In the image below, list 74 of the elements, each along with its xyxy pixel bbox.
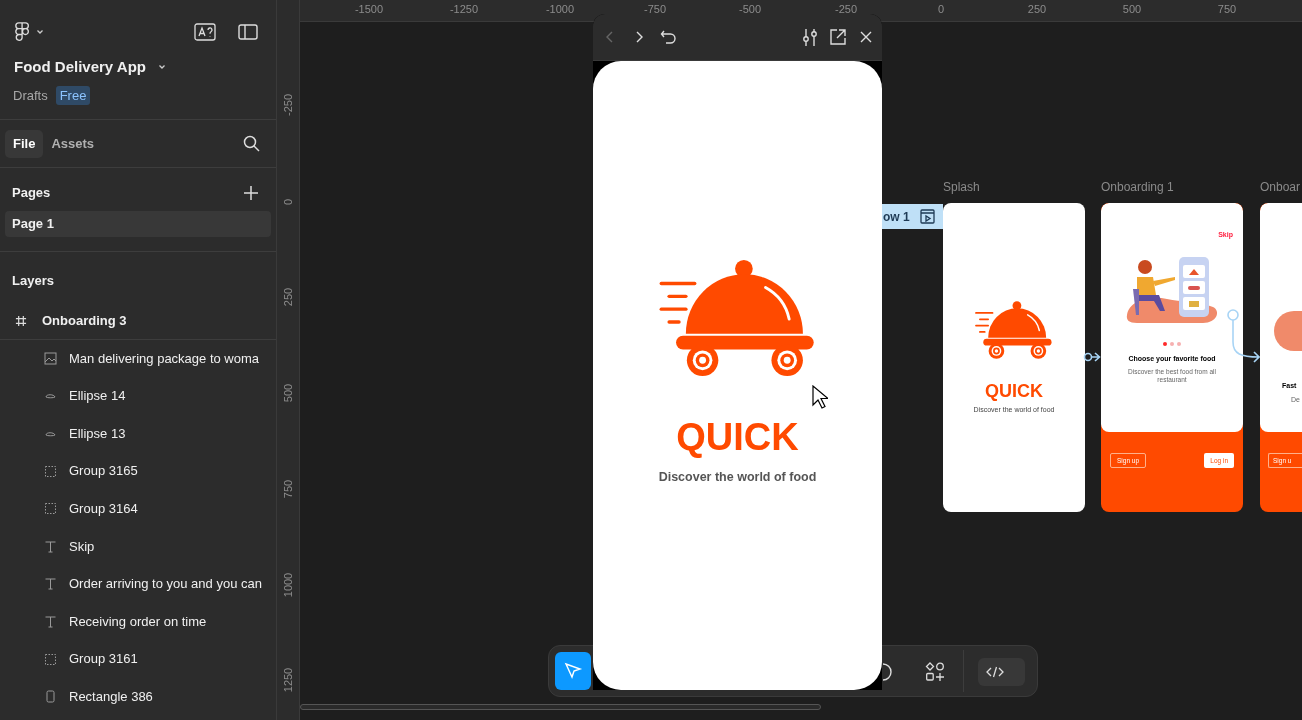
illustration-drawing [1274, 311, 1302, 351]
drafts-link[interactable]: Drafts [13, 85, 48, 105]
frame-icon [15, 315, 27, 327]
pages-heading: Pages [12, 184, 51, 202]
rectangle-icon [44, 690, 57, 704]
frame-label[interactable]: Onboar [1260, 178, 1301, 196]
play-frame-icon [919, 209, 935, 224]
connector-arrow [1083, 349, 1101, 365]
flow-label[interactable]: ow 1 [882, 204, 943, 229]
shapes-plus-icon [925, 662, 945, 682]
text-icon [44, 577, 57, 591]
settings-icon[interactable] [802, 28, 818, 46]
layer-item[interactable]: Group 3161 [0, 640, 276, 678]
ruler-label: 1250 [282, 667, 294, 693]
layer-item[interactable]: Onboarding 3 [0, 303, 276, 340]
move-tool[interactable] [555, 652, 591, 690]
layer-item[interactable]: Group 3164 [0, 489, 276, 528]
connector-arrow [1226, 307, 1260, 365]
dev-mode-toggle[interactable] [978, 658, 1025, 686]
ruler-label: 1000 [282, 572, 294, 598]
open-external-icon[interactable] [830, 29, 846, 45]
tagline: Discover the world of food [658, 469, 817, 486]
ruler-label: -250 [282, 94, 294, 116]
ruler-label: 250 [282, 287, 294, 307]
file-title[interactable]: Food Delivery App [14, 56, 146, 79]
sidebar-tab[interactable]: File [5, 129, 44, 158]
pointer-icon [563, 661, 583, 681]
frame-label[interactable]: Onboarding 1 [1101, 178, 1174, 196]
app-name: QUICK [985, 382, 1043, 400]
code-icon [986, 665, 1004, 679]
group-icon [44, 464, 57, 478]
ruler-label: 500 [1122, 2, 1142, 17]
ruler-label: 0 [937, 2, 945, 17]
text-icon [44, 539, 57, 553]
ruler-label: 0 [282, 198, 294, 206]
text-icon [44, 614, 57, 628]
restart-icon[interactable] [660, 29, 678, 45]
sidebar-tab[interactable]: Assets [43, 129, 103, 158]
layer-item[interactable]: Ellipse 13 [0, 414, 276, 453]
plan-label: Free [55, 85, 91, 105]
layer-item[interactable]: Rectangle 386 [0, 677, 276, 716]
ruler-label: -500 [739, 2, 761, 17]
image-icon [44, 351, 57, 365]
ruler-label: -750 [644, 2, 666, 17]
ruler-label: -1000 [545, 2, 575, 17]
group-icon [44, 502, 57, 516]
layer-item[interactable]: Receiving order on time [0, 602, 276, 641]
logo-icon[interactable] [14, 22, 31, 42]
chevron-down-icon[interactable] [36, 28, 44, 36]
app-name: QUICK [676, 418, 799, 456]
ruler-label: -1250 [449, 2, 479, 17]
food-cart-icon [975, 300, 1053, 360]
layer-item[interactable]: Order arriving to you and you can [0, 565, 276, 603]
layer-item[interactable]: Man delivering package to woma [0, 339, 276, 378]
layers-heading: Layers [12, 272, 54, 288]
layer-item[interactable]: Group 3165 [0, 452, 276, 490]
panel-toggle-icon[interactable] [238, 24, 258, 40]
frame-label[interactable]: Splash [943, 178, 980, 196]
food-cart-icon [658, 258, 817, 378]
ruler-label: 500 [282, 383, 294, 403]
ruler-label: 750 [282, 479, 294, 499]
layer-item[interactable]: Skip [0, 527, 276, 566]
mouse-pointer-icon [812, 385, 828, 409]
search-icon[interactable] [243, 135, 260, 152]
close-icon[interactable] [860, 31, 872, 43]
ruler-label: -250 [835, 2, 857, 17]
plus-icon[interactable] [244, 185, 258, 200]
translate-icon[interactable] [194, 23, 216, 41]
group-icon [44, 652, 57, 666]
page-item[interactable]: Page 1 [5, 210, 271, 237]
ruler-label: -1500 [354, 2, 384, 17]
ruler-label: 250 [1027, 2, 1047, 17]
layer-item[interactable]: Ellipse 14 [0, 377, 276, 415]
ruler-label: 750 [1217, 2, 1237, 17]
